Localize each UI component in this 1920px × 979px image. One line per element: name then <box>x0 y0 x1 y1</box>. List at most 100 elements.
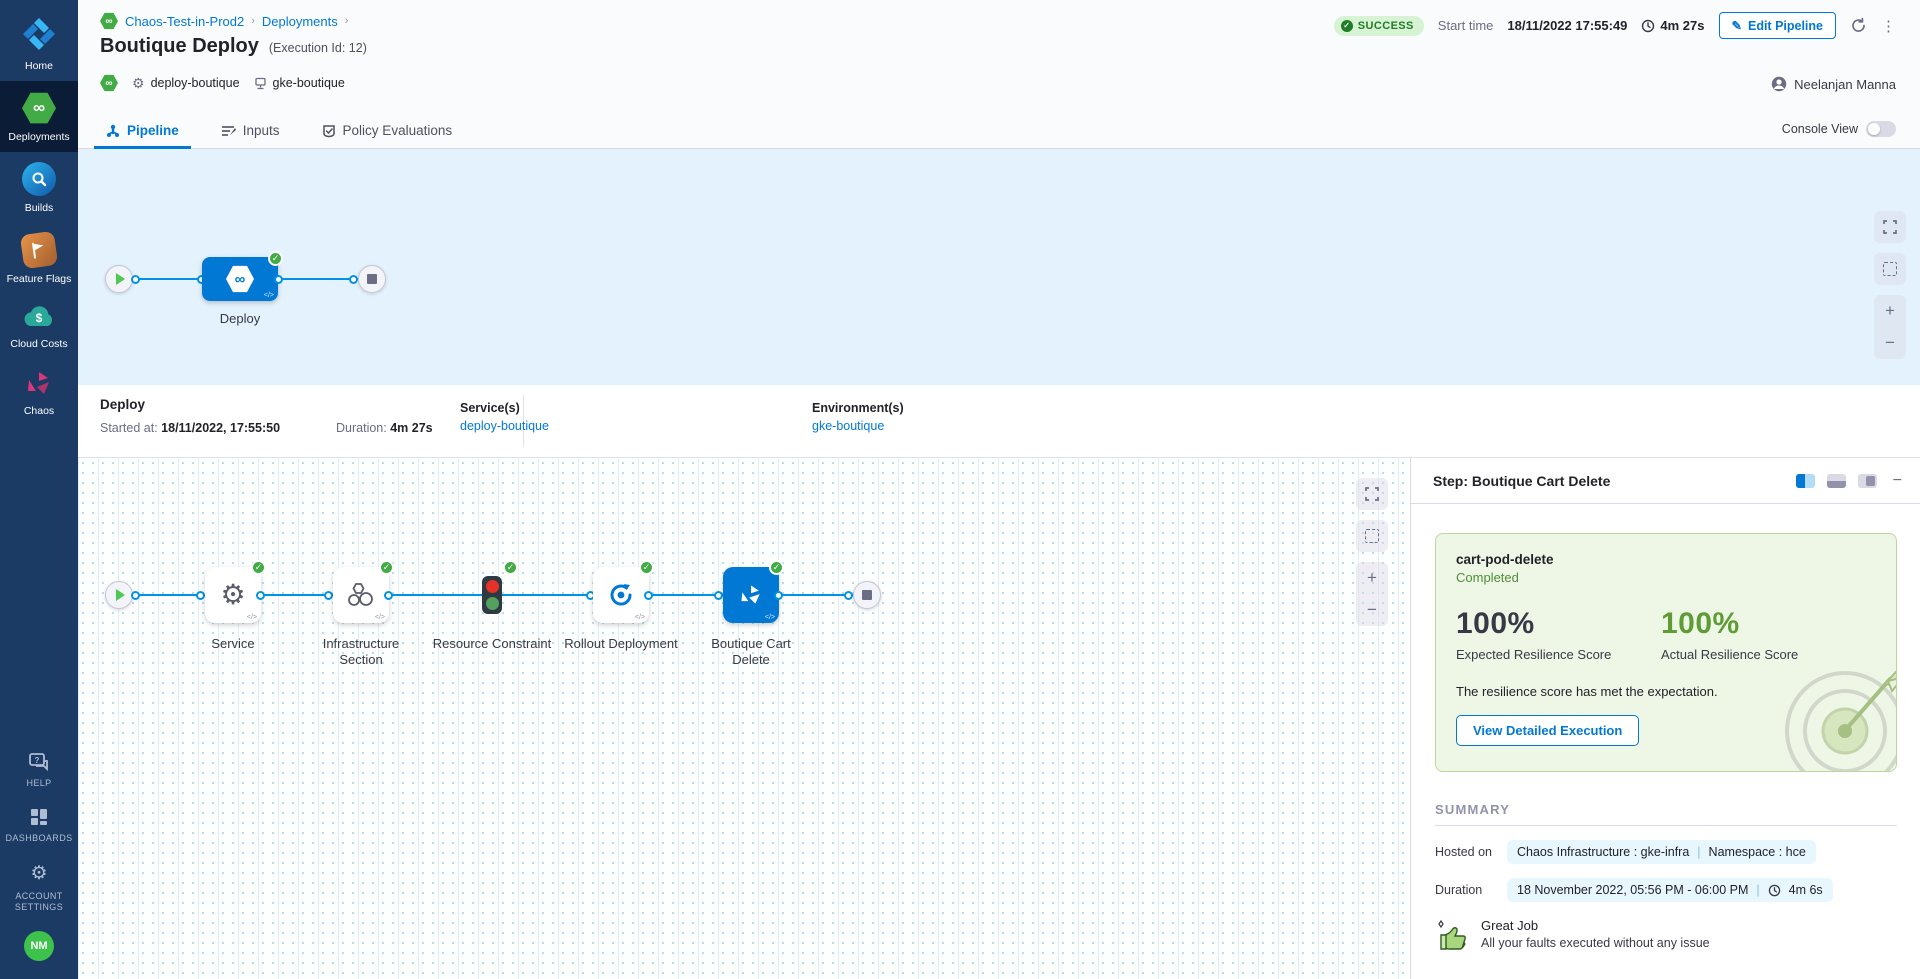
expected-score-block: 100% Expected Resilience Score <box>1456 607 1661 662</box>
check-icon: ✓ <box>1341 20 1353 32</box>
port <box>256 591 265 600</box>
environment-link[interactable]: gke-boutique <box>812 419 884 433</box>
resilience-card: cart-pod-delete Completed 100% Expected … <box>1435 533 1897 772</box>
sidebar-item-feature-flags[interactable]: Feature Flags <box>0 223 78 294</box>
template-icon: </> <box>635 614 645 621</box>
layout-bottom-panel-icon[interactable] <box>1827 474 1846 488</box>
fullscreen-icon[interactable] <box>1874 211 1906 243</box>
sidebar-item-help[interactable]: ? HELP <box>0 742 78 797</box>
service-tag: ⚙ deploy-boutique <box>132 75 240 92</box>
hosted-on-label: Hosted on <box>1435 845 1497 859</box>
tab-pipeline[interactable]: Pipeline <box>102 123 183 148</box>
service-link[interactable]: deploy-boutique <box>460 419 549 433</box>
stage-details-title: Deploy <box>100 397 145 412</box>
zoom-controls: + − <box>1356 562 1388 626</box>
exec-canvas-controls: + − <box>1356 478 1388 626</box>
stage-end-node[interactable] <box>358 265 386 293</box>
port <box>384 591 393 600</box>
sidebar-item-home[interactable]: Home <box>0 0 78 81</box>
stage-node-deploy[interactable]: ∞ ✓ </> <box>202 257 278 301</box>
template-icon: </> <box>375 614 385 621</box>
port <box>844 591 853 600</box>
step-node-infrastructure-section[interactable]: ✓ </> <box>333 567 389 623</box>
main-area: ∞ Chaos-Test-in-Prod2 › Deployments › ✓ … <box>78 0 1920 979</box>
tab-inputs[interactable]: Inputs <box>217 123 284 148</box>
avatar[interactable]: NM <box>24 931 54 961</box>
layout-right-panel-icon[interactable] <box>1796 474 1815 488</box>
stage-pipeline-canvas[interactable]: ∞ ✓ </> Deploy + − <box>78 149 1920 385</box>
step-details-panel: Step: Boutique Cart Delete − cart-pod-de… <box>1410 458 1920 979</box>
step-label-infrastructure: Infrastructure Section <box>301 636 421 669</box>
ccm-module-icon: $ <box>21 304 57 332</box>
breadcrumb-deployments-link[interactable]: Deployments <box>262 14 338 29</box>
chevron-right-icon: › <box>345 15 349 27</box>
kebab-menu-icon[interactable]: ⋮ <box>1881 17 1896 35</box>
pill-separator: | <box>1756 883 1759 897</box>
execution-graph-canvas[interactable]: ⚙ ✓ </> Service ✓ </> Infrastructure Sec… <box>78 458 1410 979</box>
stage-node-label: Deploy <box>180 311 300 327</box>
sidebar-item-account-settings[interactable]: ⚙ ACCOUNT SETTINGS <box>0 852 78 921</box>
clock-icon <box>1641 19 1655 33</box>
port <box>131 275 140 284</box>
sidebar-item-cloud-costs[interactable]: $ Cloud Costs <box>0 294 78 359</box>
infrastructure-icon <box>346 582 376 608</box>
sidebar-item-chaos[interactable]: Chaos <box>0 359 78 426</box>
sidebar-item-builds[interactable]: Builds <box>0 152 78 223</box>
port <box>774 591 783 600</box>
sidebar-label-deployments: Deployments <box>8 131 69 143</box>
marquee-select-icon[interactable] <box>1874 253 1906 285</box>
view-detailed-execution-button[interactable]: View Detailed Execution <box>1456 715 1639 746</box>
policy-check-icon <box>322 124 336 138</box>
user-row[interactable]: Neelanjan Manna <box>1771 76 1896 92</box>
sidebar: Home ∞ Deployments Builds Feature Flags … <box>0 0 78 979</box>
exec-start-node[interactable] <box>105 581 133 609</box>
started-value: 18/11/2022, 17:55:50 <box>161 421 280 435</box>
collapse-panel-icon[interactable]: − <box>1893 472 1902 490</box>
console-view-toggle[interactable] <box>1866 121 1896 137</box>
zoom-out-button[interactable]: − <box>1356 594 1388 626</box>
cd-module-icon-small: ∞ <box>100 12 118 30</box>
dashboards-grid-icon <box>29 807 49 827</box>
marquee-select-icon[interactable] <box>1356 520 1388 552</box>
environments-label: Environment(s) <box>812 401 904 415</box>
breadcrumb-project-link[interactable]: Chaos-Test-in-Prod2 <box>125 14 244 29</box>
clock-icon <box>1768 884 1781 897</box>
hosted-on-row: Hosted on Chaos Infrastructure : gke-inf… <box>1435 840 1897 864</box>
sidebar-user-avatar[interactable]: NM <box>0 921 78 979</box>
traffic-light-icon <box>482 576 502 614</box>
zoom-controls: + − <box>1874 295 1906 359</box>
sidebar-item-dashboards[interactable]: DASHBOARDS <box>0 797 78 852</box>
edit-pipeline-button[interactable]: ✎ Edit Pipeline <box>1719 12 1837 39</box>
fault-name: cart-pod-delete <box>1456 552 1876 567</box>
user-name: Neelanjan Manna <box>1794 77 1896 92</box>
refresh-icon[interactable] <box>1850 17 1867 34</box>
success-check-icon: ✓ <box>769 560 784 575</box>
cd-module-icon: ∞ <box>22 91 56 125</box>
stage-start-node[interactable] <box>105 265 133 293</box>
exec-end-node[interactable] <box>853 581 881 609</box>
infrastructure-value: Chaos Infrastructure : gke-infra <box>1517 845 1689 859</box>
step-node-boutique-cart-delete[interactable]: ✓ </> <box>723 567 779 623</box>
zoom-out-button[interactable]: − <box>1874 327 1906 359</box>
fullscreen-icon[interactable] <box>1356 478 1388 510</box>
environments-block: Environment(s) gke-boutique <box>812 401 904 435</box>
layout-minimized-panel-icon[interactable] <box>1858 474 1877 488</box>
zoom-in-button[interactable]: + <box>1874 295 1906 327</box>
sidebar-label-account-settings: ACCOUNT SETTINGS <box>0 891 78 912</box>
port <box>644 591 653 600</box>
step-node-rollout-deployment[interactable]: ✓ </> <box>593 567 649 623</box>
tab-policy-evaluations[interactable]: Policy Evaluations <box>318 123 457 148</box>
target-dart-illustration <box>1760 641 1897 772</box>
duration-label: Duration: <box>336 421 387 435</box>
sidebar-item-deployments[interactable]: ∞ Deployments <box>0 81 78 152</box>
gear-icon: ⚙ <box>132 75 145 92</box>
step-node-resource-constraint[interactable]: ✓ <box>464 567 520 623</box>
great-job-row: Great Job All your faults executed witho… <box>1435 918 1897 954</box>
zoom-in-button[interactable]: + <box>1356 562 1388 594</box>
execution-id: (Execution Id: 12) <box>269 41 367 55</box>
step-node-service[interactable]: ⚙ ✓ </> <box>205 567 261 623</box>
console-view-label: Console View <box>1782 122 1858 136</box>
stop-icon <box>862 590 872 600</box>
success-check-icon: ✓ <box>379 560 394 575</box>
success-check-icon: ✓ <box>503 560 518 575</box>
